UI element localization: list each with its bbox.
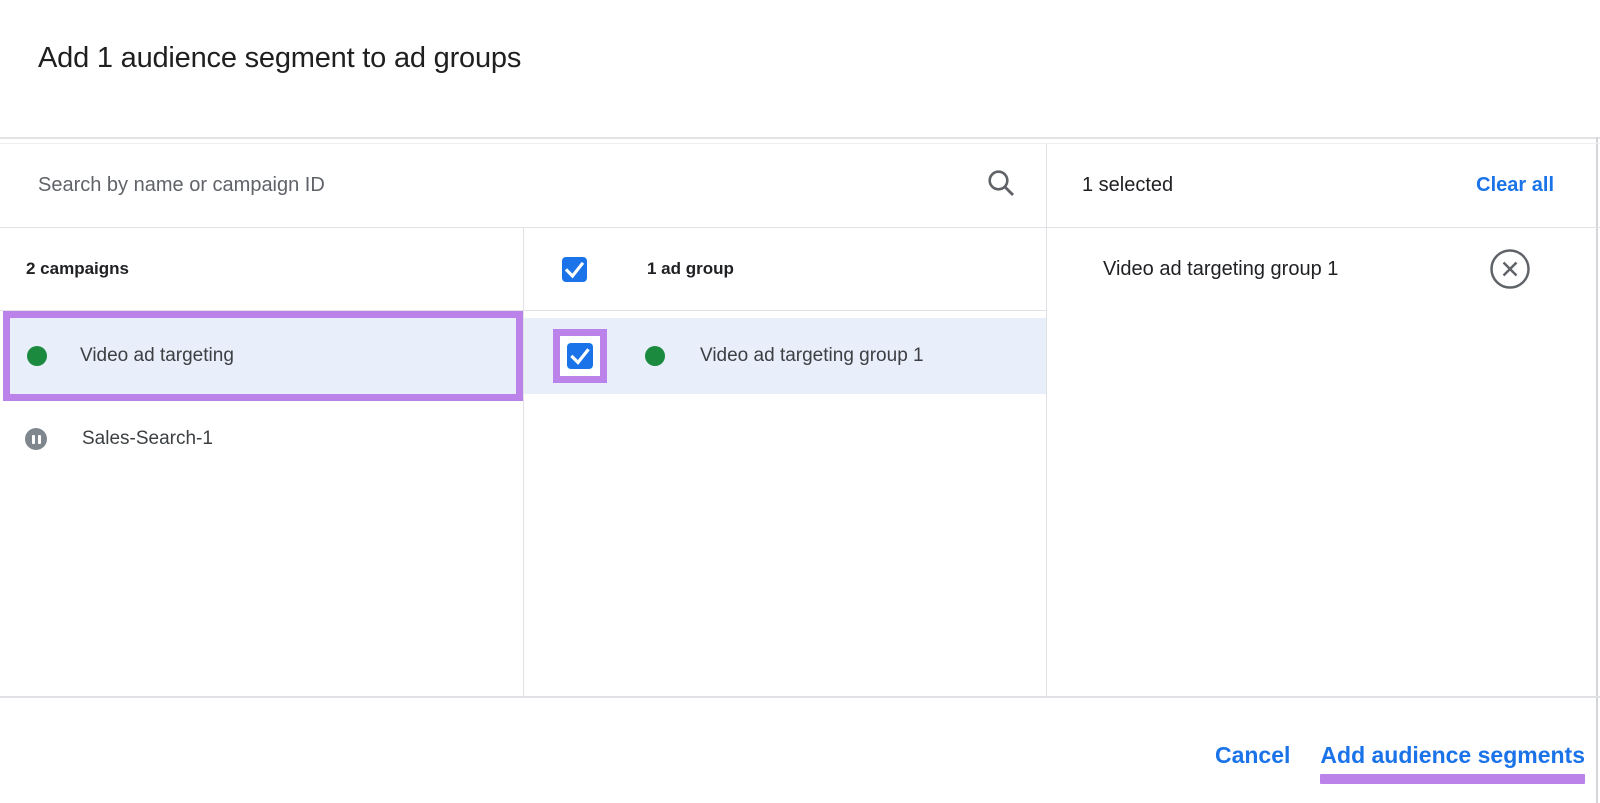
select-all-adgroups-checkbox[interactable] xyxy=(562,257,587,282)
adgroups-header-label: 1 ad group xyxy=(647,259,734,279)
selected-item-name: Video ad targeting group 1 xyxy=(1103,258,1338,281)
picker-panel: Search by name or campaign ID 1 selected… xyxy=(0,143,1600,698)
annotation-highlight-campaign-row: Video ad targeting xyxy=(3,311,523,401)
header-divider xyxy=(0,137,1600,139)
campaigns-header: 2 campaigns xyxy=(0,228,523,311)
add-audience-segments-button[interactable]: Add audience segments xyxy=(1320,742,1585,769)
clear-all-link[interactable]: Clear all xyxy=(1476,174,1554,197)
adgroup-name: Video ad targeting group 1 xyxy=(700,345,924,367)
campaign-name: Video ad targeting xyxy=(80,345,234,367)
remove-selected-icon[interactable] xyxy=(1489,248,1531,290)
adgroup-row-video-ad-targeting-group-1[interactable]: Video ad targeting group 1 xyxy=(524,318,1046,394)
dialog-title: Add 1 audience segment to ad groups xyxy=(38,42,521,75)
paused-status-icon xyxy=(25,428,47,450)
selected-count: 1 selected xyxy=(1082,174,1173,197)
enabled-status-icon xyxy=(27,346,47,366)
campaign-name: Sales-Search-1 xyxy=(82,428,213,450)
enabled-status-icon xyxy=(645,346,665,366)
search-placeholder: Search by name or campaign ID xyxy=(38,174,325,197)
dialog-actions: Cancel Add audience segments xyxy=(1215,742,1585,784)
selection-header: 1 selected Clear all xyxy=(1047,144,1600,228)
adgroups-header: 1 ad group xyxy=(524,228,1046,311)
selected-item: Video ad targeting group 1 xyxy=(1047,228,1600,290)
adgroup-checkbox[interactable] xyxy=(567,343,593,369)
campaign-row-video-ad-targeting[interactable]: Video ad targeting xyxy=(10,318,516,394)
annotation-highlight-checkbox xyxy=(553,329,607,383)
cancel-button[interactable]: Cancel xyxy=(1215,742,1290,769)
annotation-underline xyxy=(1320,774,1585,784)
selection-column: Video ad targeting group 1 xyxy=(1047,228,1600,696)
search-icon[interactable] xyxy=(986,168,1016,203)
campaigns-column: 2 campaigns Video ad targeting Sales-Sea… xyxy=(0,228,524,696)
search-input[interactable]: Search by name or campaign ID xyxy=(0,144,1047,228)
campaign-row-sales-search-1[interactable]: Sales-Search-1 xyxy=(0,401,523,477)
adgroups-column: 1 ad group Video ad targeting group 1 xyxy=(524,228,1047,696)
